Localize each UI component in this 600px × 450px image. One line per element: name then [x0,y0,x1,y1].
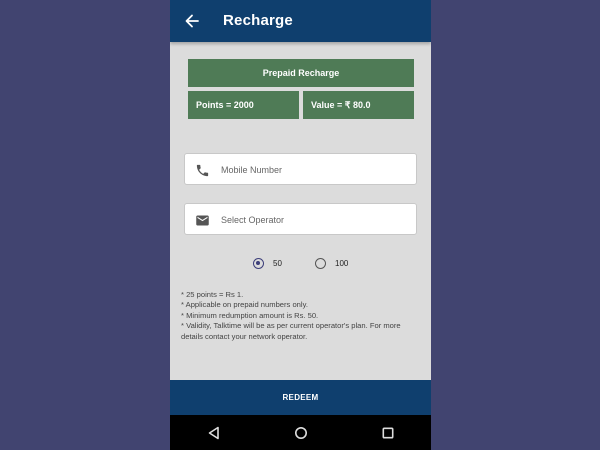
square-recents-icon [381,426,393,438]
arrow-left-icon [185,14,199,28]
page-title: Recharge [223,12,293,29]
radio-button-unchecked[interactable] [315,258,326,269]
operator-field[interactable] [184,203,417,236]
phone-icon [194,162,210,178]
note-line: * Applicable on prepaid numbers only. [181,300,308,310]
nav-home-button[interactable] [291,423,311,443]
note-line: * Validity, Talktime will be as per curr… [181,321,401,341]
nav-recents-button[interactable] [378,423,398,443]
nav-back-button[interactable] [204,423,224,443]
redeem-button[interactable]: REDEEM [170,380,431,415]
triangle-back-icon [208,426,219,439]
mobile-number-input[interactable] [219,154,413,186]
note-line: * 25 points = Rs 1. [181,290,244,299]
mail-icon [194,212,210,228]
value-badge: Value = ₹ 80.0 [303,91,414,119]
mobile-number-field[interactable] [184,153,417,186]
note-line: * Minimum redumption amount is Rs. 50. [181,310,319,320]
amount-option-50[interactable]: 50 [253,258,282,269]
points-badge: Points = 2000 [188,91,299,119]
plan-title: Prepaid Recharge [188,59,414,87]
radio-button-checked[interactable] [253,258,264,269]
amount-label: 100 [335,259,349,268]
operator-select[interactable] [219,204,413,236]
android-nav-bar [170,415,431,450]
amount-label: 50 [273,259,282,268]
amount-option-100[interactable]: 100 [315,258,348,269]
back-button[interactable] [180,9,204,33]
terms-notes: * 25 points = Rs 1. * Applicable on prep… [181,290,421,342]
app-bar: Recharge [170,0,431,42]
phone-screen: Recharge Prepaid Recharge Points = 2000 … [170,0,431,450]
circle-home-icon [294,426,307,439]
